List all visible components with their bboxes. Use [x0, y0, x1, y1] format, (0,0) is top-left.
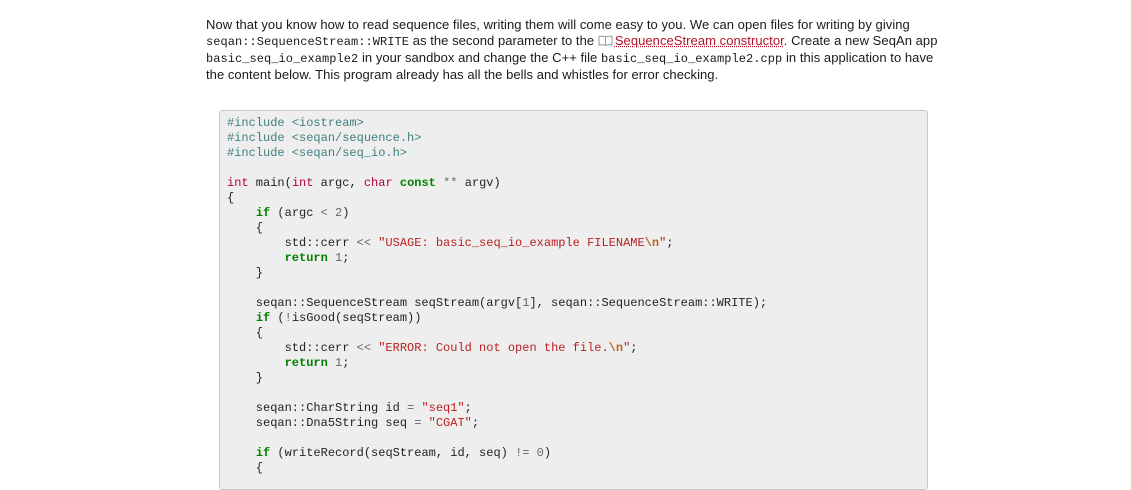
code-line-18: }: [227, 371, 264, 385]
code-line-20: seqan::CharString id = "seq1";: [227, 401, 472, 415]
intro-text-4: in your sandbox and change the C++ file: [358, 50, 601, 65]
sequencestream-constructor-link[interactable]: SequenceStream constructor: [598, 33, 784, 48]
inline-code-cpp-file: basic_seq_io_example2.cpp: [601, 52, 783, 66]
code-line-5: int main(int argc, char const ** argv): [227, 176, 501, 190]
code-line-14: if (!isGood(seqStream)): [255, 311, 422, 325]
code-listing: #include <iostream> #include <seqan/sequ…: [220, 111, 927, 476]
code-block: #include <iostream> #include <seqan/sequ…: [219, 110, 928, 490]
intro-paragraph: Now that you know how to read sequence f…: [206, 17, 946, 83]
code-line-8: {: [227, 221, 264, 235]
code-line-24: {: [227, 461, 264, 475]
book-icon: [598, 35, 613, 46]
code-line-11: }: [227, 266, 264, 280]
code-line-6: {: [227, 191, 235, 205]
code-line-3: #include <seqan/seq_io.h>: [227, 146, 408, 160]
code-line-7: if (argc < 2): [255, 206, 350, 220]
code-line-21: seqan::Dna5String seq = "CGAT";: [227, 416, 480, 430]
code-line-17: return 1;: [284, 356, 350, 370]
sequencestream-link-text: SequenceStream constructor: [614, 33, 784, 48]
code-line-10: return 1;: [284, 251, 350, 265]
code-line-15: {: [227, 326, 264, 340]
code-line-9: std::cerr << "USAGE: basic_seq_io_exampl…: [227, 236, 674, 250]
code-line-23: if (writeRecord(seqStream, id, seq) != 0…: [255, 446, 552, 460]
code-line-2: #include <seqan/sequence.h>: [227, 131, 422, 145]
code-line-16: std::cerr << "ERROR: Could not open the …: [227, 341, 638, 355]
inline-code-app-name: basic_seq_io_example2: [206, 52, 359, 66]
code-line-13: seqan::SequenceStream seqStream(argv[1],…: [227, 296, 768, 310]
inline-code-write-flag: seqan::SequenceStream::WRITE: [206, 35, 410, 49]
intro-text-2: as the second parameter to the: [409, 33, 598, 48]
intro-text-1: Now that you know how to read sequence f…: [206, 17, 910, 32]
code-line-1: #include <iostream>: [227, 116, 364, 130]
intro-text-3: . Create a new SeqAn app: [783, 33, 938, 48]
